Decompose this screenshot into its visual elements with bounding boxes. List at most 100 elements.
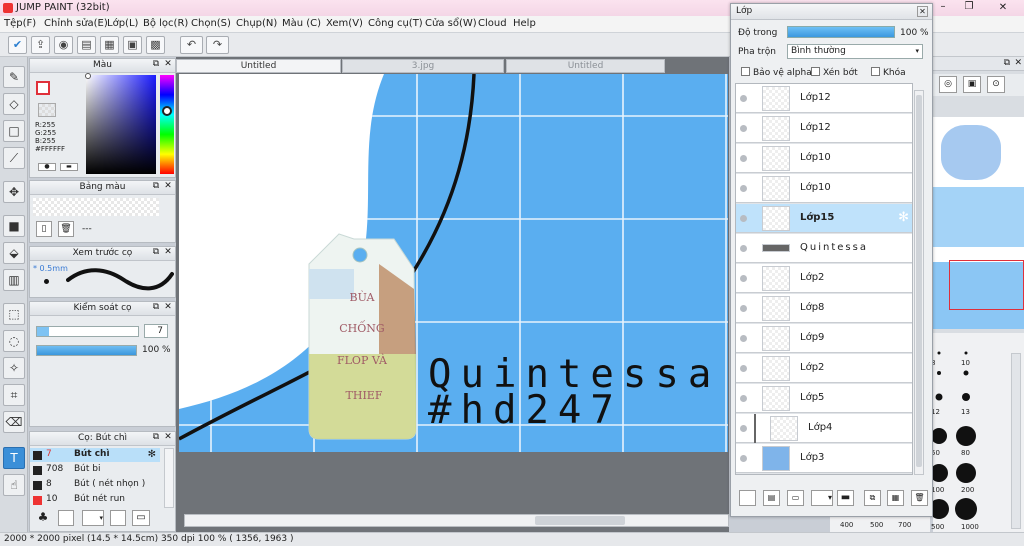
brush-settings-icon[interactable]: ✻ [148,448,156,461]
text-tool-icon[interactable]: T [3,447,25,469]
brush-size-scrollbar[interactable] [1011,353,1021,529]
layer-row[interactable]: Lớp2 [736,264,912,293]
brush-opacity-slider[interactable] [36,345,137,356]
layer-visibility-icon[interactable] [740,245,747,252]
brush-item-fine-pen[interactable]: 8 Bút ( nét nhọn ) [30,478,160,492]
brush-size-13[interactable]: 13 [961,408,970,416]
panel-close-icon[interactable]: ✕ [163,433,173,443]
layer-visibility-icon[interactable] [740,425,747,432]
rectangle-tool-icon[interactable]: □ [3,120,25,142]
layer-visibility-icon[interactable] [740,275,747,282]
message-icon[interactable]: ▤ [77,36,96,54]
move-tool-icon[interactable]: ✥ [3,181,25,203]
new-layer-icon[interactable] [739,490,756,506]
layer-visibility-icon[interactable] [740,305,747,312]
layer-row[interactable]: Lớp10 [736,144,912,173]
layer-row[interactable]: Lớp12 [736,84,912,113]
layer-row-clipped[interactable]: Lớp4 [736,414,912,443]
layer-window-close-icon[interactable]: ✕ [917,6,928,17]
layer-row[interactable]: Lớp2 [736,354,912,383]
brush-item-ballpoint[interactable]: 708 Bút bi [30,463,160,477]
delete-layer-icon[interactable]: 🗑 [911,490,928,506]
layer-properties-icon[interactable]: ▦ [887,490,904,506]
select-eraser-tool-icon[interactable]: ⌫ [3,411,25,433]
panel-float-icon[interactable]: ⧉ [1004,58,1010,68]
menu-filter[interactable]: Bộ lọc(R) [143,18,188,29]
layer-opacity-slider[interactable] [787,26,895,38]
menu-layer[interactable]: Lớp(L) [107,18,138,29]
brush-folder-icon[interactable]: ▭ [132,510,150,526]
brush-size-400[interactable]: 400 [840,521,853,529]
eraser-tool-icon[interactable]: ◇ [3,93,25,115]
gradient-tool-icon[interactable]: ▥ [3,269,25,291]
layer-visibility-icon[interactable] [740,125,747,132]
menu-file[interactable]: Tệp(F) [4,18,36,29]
panel-float-icon[interactable]: ⧉ [151,182,161,192]
layer-visibility-icon[interactable] [740,185,747,192]
document-icon[interactable]: ▦ [100,36,119,54]
menu-capture[interactable]: Chụp(N) [236,18,277,29]
hand-tool-icon[interactable]: ☝ [3,474,25,496]
new-swatch-icon[interactable]: ▯ [36,221,52,237]
copy-layer-icon[interactable]: ▭ [787,490,804,506]
layer-visibility-icon[interactable] [740,365,747,372]
layer-visibility-icon[interactable] [740,155,747,162]
select-rect-tool-icon[interactable]: ⬚ [3,303,25,325]
brush-item-shaky-pen[interactable]: 10 Bút nét run [30,493,160,507]
color-mode-button[interactable]: ● [38,163,56,171]
panel-close-icon[interactable]: ✕ [163,248,173,258]
panel-close-icon[interactable]: ✕ [163,303,173,313]
layer-row[interactable]: Lớp12 [736,114,912,143]
tab-untitled-2[interactable]: Untitled [506,59,665,73]
layer-menu-icon[interactable]: ▾ [811,490,833,506]
brush-size-input[interactable]: 7 [144,324,168,338]
color-mode-button-2[interactable]: ▬ [60,163,78,171]
panel-close-icon[interactable]: ✕ [1014,58,1022,68]
swatch-grid[interactable] [33,198,159,216]
brush-size-150[interactable]: 100 [931,486,944,494]
layer-row[interactable]: Lớp3 [736,444,912,473]
layer-visibility-icon[interactable] [740,395,747,402]
panel-float-icon[interactable]: ⧉ [151,303,161,313]
bucket-tool-icon[interactable]: ⬙ [3,242,25,264]
foreground-color[interactable] [36,81,50,95]
panel-float-icon[interactable]: ⧉ [151,248,161,258]
saturation-value-picker[interactable] [86,75,156,174]
layer-row-text[interactable]: Quintessa [736,234,912,263]
layer-folder-icon[interactable]: ▬ [837,490,854,506]
tab-3-jpg[interactable]: 3.jpg [342,59,504,73]
brush-size-slider[interactable] [36,326,139,337]
layer-row[interactable]: Lớp8 [736,294,912,323]
lasso-tool-icon[interactable]: ◌ [3,330,25,352]
maximize-icon[interactable]: ❐ [962,2,976,13]
zoom-actual-icon[interactable]: ▣ [963,76,981,93]
brush-size-500[interactable]: 500 [931,523,944,531]
layer-row[interactable]: Lớp5 [736,384,912,413]
layer-visibility-icon[interactable] [740,95,747,102]
menu-color[interactable]: Màu (C) [282,18,321,29]
brush-size-700[interactable]: 700 [898,521,911,529]
panel-float-icon[interactable]: ⧉ [151,433,161,443]
menu-help[interactable]: Help [513,18,536,29]
check-icon[interactable]: ✔ [8,36,27,54]
layer-row-selected[interactable]: Lớp15 ✻ [736,204,912,233]
menu-cloud[interactable]: Cloud [478,18,507,29]
comment-icon[interactable]: ◉ [54,36,73,54]
merge-layer-icon[interactable]: ⧉ [864,490,881,506]
redo-icon[interactable]: ↷ [206,36,229,54]
minimize-icon[interactable]: – [936,2,950,13]
new-raster-layer-icon[interactable]: ▤ [763,490,780,506]
brush-list-scrollbar[interactable] [164,448,174,508]
brush-size-80[interactable]: 80 [961,449,970,457]
panel-close-icon[interactable]: ✕ [163,182,173,192]
brush-options-icon[interactable]: ▾ [82,510,104,526]
delete-swatch-icon[interactable]: 🗑 [58,221,74,237]
drawing-canvas[interactable]: BÙA CHỐNG FLOP VÀ THIEF Quintessa #hd247 [179,74,728,455]
layer-row[interactable]: Lớp9 [736,324,912,353]
navigator-settings-icon[interactable]: ⊙ [987,76,1005,93]
color-picker-cursor[interactable] [85,73,91,79]
menu-edit[interactable]: Chỉnh sửa(E) [44,18,108,29]
grid-icon[interactable]: ▩ [146,36,165,54]
panel-float-icon[interactable]: ⧉ [151,60,161,70]
brush-size-1000[interactable]: 1000 [961,523,979,531]
